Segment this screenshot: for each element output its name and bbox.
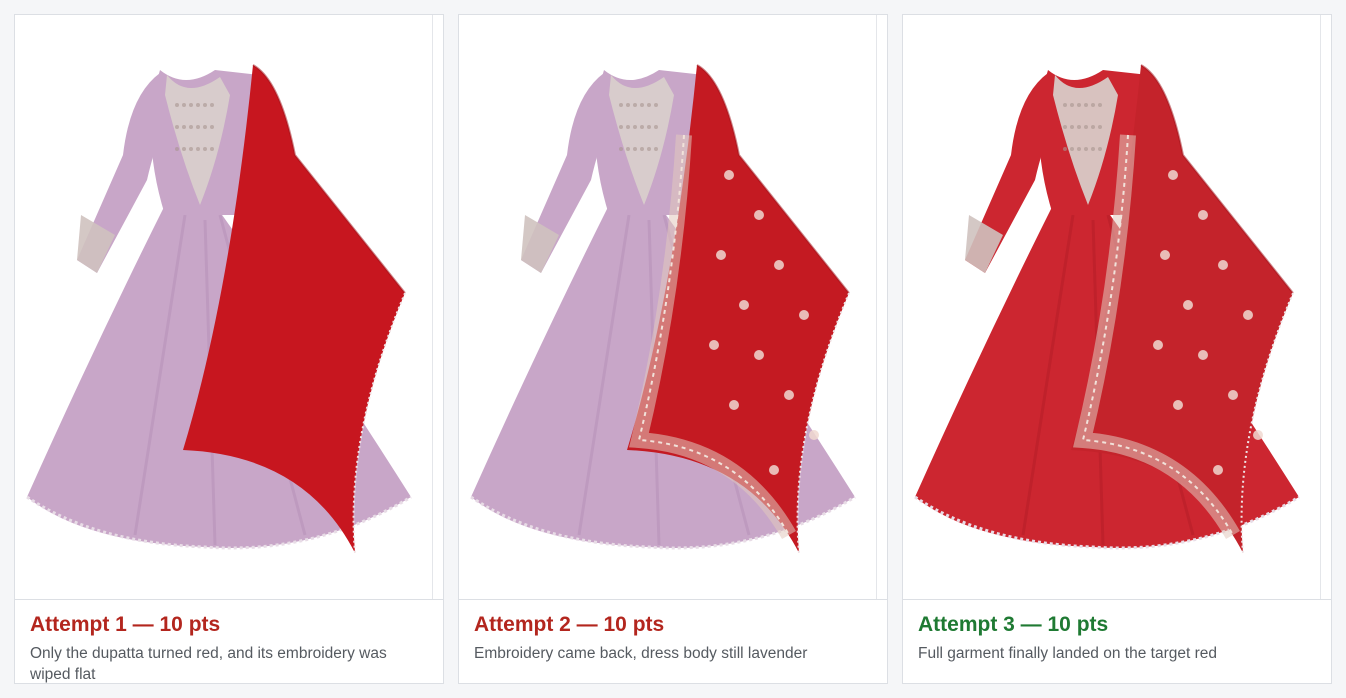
attempt-card: Attempt 1 — 10 pts Only the dupatta turn… xyxy=(14,14,444,684)
attempt-description: Embroidery came back, dress body still l… xyxy=(474,645,808,662)
embroidery-dot xyxy=(654,125,658,129)
dupatta-motif xyxy=(739,300,749,310)
attempt-description: Full garment finally landed on the targe… xyxy=(918,645,1217,662)
dupatta-motif xyxy=(1168,170,1178,180)
embroidery-dot xyxy=(1063,147,1067,151)
embroidery-dot xyxy=(640,147,644,151)
embroidery-dot xyxy=(633,147,637,151)
embroidery-dot xyxy=(640,103,644,107)
dupatta-motif xyxy=(809,430,819,440)
embroidery-dot xyxy=(189,147,193,151)
attempt-description: Only the dupatta turned red, and its emb… xyxy=(30,645,387,683)
embroidery-dot xyxy=(182,103,186,107)
garment-illustration xyxy=(914,64,1300,554)
embroidery-dot xyxy=(1084,103,1088,107)
dupatta-motif xyxy=(769,465,779,475)
embroidery-dot xyxy=(210,147,214,151)
embroidery-dot xyxy=(203,125,207,129)
garment-image xyxy=(15,15,443,600)
embroidery-dot xyxy=(182,147,186,151)
dupatta-motif xyxy=(1173,400,1183,410)
embroidery-dot xyxy=(1070,103,1074,107)
dupatta-motif xyxy=(754,350,764,360)
embroidery-dot xyxy=(1077,125,1081,129)
attempt-title: Attempt 1 — 10 pts xyxy=(30,613,221,636)
dupatta-motif xyxy=(1183,300,1193,310)
attempt-card: Attempt 2 — 10 pts Embroidery came back,… xyxy=(458,14,888,684)
dupatta-motif xyxy=(1243,310,1253,320)
embroidery-dot xyxy=(1091,125,1095,129)
dupatta-motif xyxy=(1160,250,1170,260)
embroidery-dot xyxy=(633,125,637,129)
embroidery-dot xyxy=(1077,147,1081,151)
embroidery-dot xyxy=(210,125,214,129)
embroidery-dot xyxy=(1091,147,1095,151)
card-caption: Attempt 3 — 10 pts Full garment finally … xyxy=(918,612,1318,664)
embroidery-dot xyxy=(1084,125,1088,129)
dupatta-motif xyxy=(729,400,739,410)
dupatta-motif xyxy=(1213,465,1223,475)
embroidery-dot xyxy=(1098,103,1102,107)
embroidery-dot xyxy=(196,103,200,107)
embroidery-dot xyxy=(647,103,651,107)
embroidery-dot xyxy=(640,125,644,129)
embroidery-dot xyxy=(1077,103,1081,107)
dupatta-motif xyxy=(716,250,726,260)
embroidery-dot xyxy=(203,103,207,107)
dupatta-motif xyxy=(754,210,764,220)
dupatta-motif xyxy=(784,390,794,400)
dupatta-motif xyxy=(709,340,719,350)
embroidery-dot xyxy=(182,125,186,129)
embroidery-dot xyxy=(196,125,200,129)
embroidery-dot xyxy=(203,147,207,151)
garment-image xyxy=(903,15,1331,600)
embroidery-dot xyxy=(1098,125,1102,129)
garment-image xyxy=(459,15,887,600)
embroidery-dot xyxy=(626,103,630,107)
embroidery-dot xyxy=(175,103,179,107)
dupatta-motif xyxy=(1198,210,1208,220)
embroidery-dot xyxy=(1084,147,1088,151)
attempt-card: Attempt 3 — 10 pts Full garment finally … xyxy=(902,14,1332,684)
embroidery-dot xyxy=(189,125,193,129)
dupatta-motif xyxy=(1218,260,1228,270)
embroidery-dot xyxy=(1070,125,1074,129)
dupatta-motif xyxy=(799,310,809,320)
embroidery-dot xyxy=(654,147,658,151)
dupatta-motif xyxy=(1228,390,1238,400)
embroidery-dot xyxy=(619,125,623,129)
embroidery-dot xyxy=(633,103,637,107)
card-caption: Attempt 2 — 10 pts Embroidery came back,… xyxy=(474,612,874,664)
embroidery-dot xyxy=(1063,125,1067,129)
embroidery-dot xyxy=(626,125,630,129)
embroidery-dot xyxy=(626,147,630,151)
garment-illustration xyxy=(470,64,856,554)
embroidery-dot xyxy=(175,125,179,129)
dupatta-motif xyxy=(1153,340,1163,350)
embroidery-dot xyxy=(210,103,214,107)
attempt-title: Attempt 2 — 10 pts xyxy=(474,613,665,636)
garment-illustration xyxy=(26,64,412,554)
embroidery-dot xyxy=(647,147,651,151)
card-caption: Attempt 1 — 10 pts Only the dupatta turn… xyxy=(30,612,430,685)
embroidery-dot xyxy=(1070,147,1074,151)
embroidery-dot xyxy=(647,125,651,129)
dupatta-motif xyxy=(1253,430,1263,440)
embroidery-dot xyxy=(654,103,658,107)
embroidery-dot xyxy=(1098,147,1102,151)
attempt-title: Attempt 3 — 10 pts xyxy=(918,613,1109,636)
embroidery-dot xyxy=(619,147,623,151)
embroidery-dot xyxy=(1091,103,1095,107)
dupatta-motif xyxy=(724,170,734,180)
embroidery-dot xyxy=(1063,103,1067,107)
embroidery-dot xyxy=(189,103,193,107)
embroidery-dot xyxy=(619,103,623,107)
embroidery-dot xyxy=(175,147,179,151)
embroidery-dot xyxy=(196,147,200,151)
dupatta-motif xyxy=(1198,350,1208,360)
dupatta-motif xyxy=(774,260,784,270)
